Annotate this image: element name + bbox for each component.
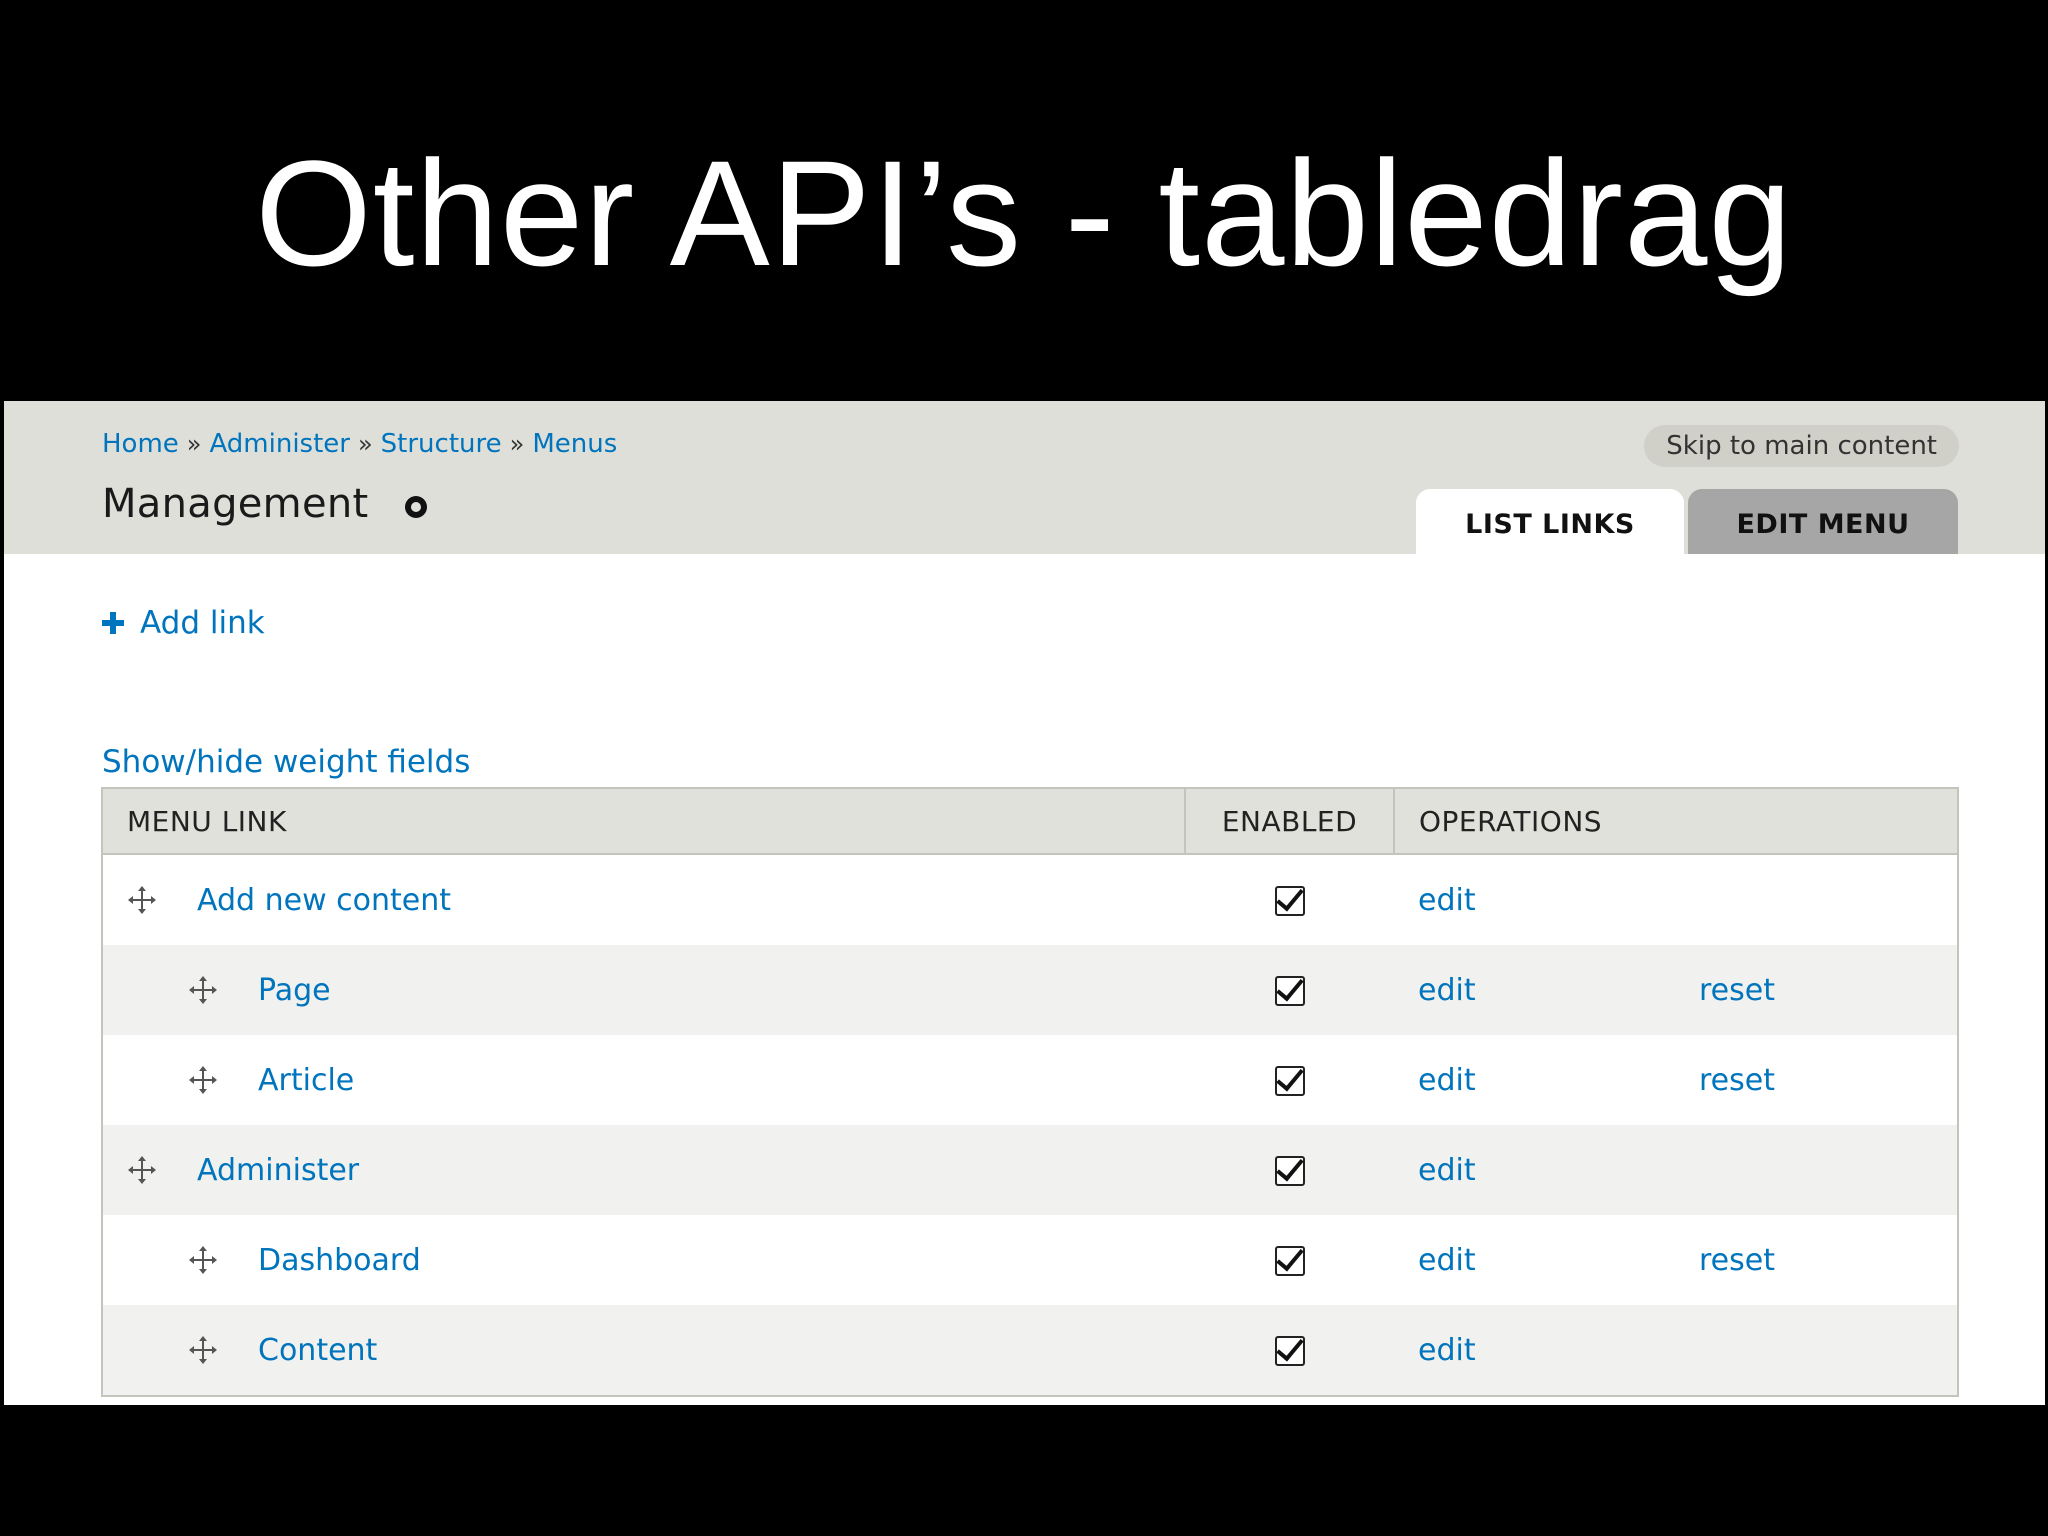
table-row: Administer edit [102, 1125, 1958, 1215]
enabled-checkbox[interactable] [1274, 886, 1305, 916]
show-hide-weight-toggle[interactable]: Show/hide weight fields [102, 744, 470, 780]
breadcrumb-structure[interactable]: Structure [381, 429, 502, 459]
edit-link[interactable]: edit [1418, 973, 1699, 1008]
menu-link-title[interactable]: Dashboard [258, 1243, 421, 1278]
column-header-operations: OPERATIONS [1394, 788, 1958, 855]
operations-cell: edit reset [1394, 1035, 1958, 1125]
plus-icon [102, 612, 124, 634]
operations-cell: edit [1394, 854, 1958, 945]
enabled-cell [1185, 854, 1394, 945]
menu-links-table: MENU LINK ENABLED OPERATIONS Add new con… [101, 787, 1959, 1397]
drag-handle-icon[interactable] [188, 1335, 218, 1365]
add-shortcut-icon[interactable] [404, 496, 427, 518]
menu-link-cell: Administer [102, 1125, 1185, 1215]
edit-link[interactable]: edit [1418, 1333, 1699, 1368]
enabled-checkbox[interactable] [1274, 1066, 1305, 1096]
enabled-cell [1185, 1125, 1394, 1215]
add-link-label: Add link [140, 605, 265, 641]
table-row: Page edit reset [102, 945, 1958, 1035]
edit-link[interactable]: edit [1418, 1063, 1699, 1098]
slide: Other API’s - tabledrag Home» Administer»… [0, 0, 2048, 1536]
menu-link-title[interactable]: Add new content [197, 883, 451, 918]
table-body: Add new content edit Page edit reset Article e… [102, 854, 1958, 1396]
drupal-screenshot: Home» Administer» Structure» Menus Manageme… [4, 401, 2045, 1405]
menu-link-title[interactable]: Page [258, 973, 331, 1008]
reset-link[interactable]: reset [1699, 1063, 1775, 1098]
breadcrumb-separator: » [509, 430, 525, 458]
menu-link-cell: Dashboard [102, 1215, 1185, 1305]
table-header-row: MENU LINK ENABLED OPERATIONS [102, 788, 1958, 855]
enabled-checkbox[interactable] [1274, 1156, 1305, 1186]
page-title-row: Management [102, 481, 427, 527]
menu-link-title[interactable]: Administer [197, 1153, 359, 1188]
add-link-button[interactable]: Add link [102, 605, 265, 641]
enabled-checkbox[interactable] [1274, 1246, 1305, 1276]
breadcrumb-administer[interactable]: Administer [209, 429, 350, 459]
menu-link-title[interactable]: Content [258, 1333, 377, 1368]
table-row: Article edit reset [102, 1035, 1958, 1125]
column-header-menu-link: MENU LINK [102, 788, 1186, 855]
breadcrumb-separator: » [357, 430, 373, 458]
page-header: Home» Administer» Structure» Menus Manageme… [4, 401, 2045, 554]
edit-link[interactable]: edit [1418, 1153, 1699, 1188]
slide-title: Other API’s - tabledrag [255, 129, 1793, 297]
skip-to-main-content-link[interactable]: Skip to main content [1644, 425, 1959, 467]
menu-link-cell: Content [102, 1305, 1185, 1396]
enabled-cell [1185, 945, 1394, 1035]
column-header-enabled: ENABLED [1185, 788, 1395, 855]
table-row: Content edit [102, 1305, 1958, 1396]
primary-tabs: LIST LINKS EDIT MENU [1416, 489, 1958, 554]
enabled-checkbox[interactable] [1274, 976, 1305, 1006]
enabled-cell [1185, 1215, 1394, 1305]
menu-link-cell: Article [102, 1035, 1185, 1125]
enabled-cell [1185, 1035, 1394, 1125]
drag-handle-icon[interactable] [188, 975, 218, 1005]
drag-handle-icon[interactable] [188, 1245, 218, 1275]
reset-link[interactable]: reset [1699, 973, 1775, 1008]
operations-cell: edit reset [1394, 945, 1958, 1035]
drag-handle-icon[interactable] [127, 1155, 157, 1185]
breadcrumb-home[interactable]: Home [102, 429, 179, 459]
operations-cell: edit [1394, 1305, 1958, 1396]
menu-link-cell: Page [102, 945, 1185, 1035]
tab-edit-menu[interactable]: EDIT MENU [1688, 489, 1958, 554]
operations-cell: edit reset [1394, 1215, 1958, 1305]
drag-handle-icon[interactable] [188, 1065, 218, 1095]
drag-handle-icon[interactable] [127, 885, 157, 915]
edit-link[interactable]: edit [1418, 883, 1699, 918]
table-row: Add new content edit [102, 854, 1958, 945]
operations-cell: edit [1394, 1125, 1958, 1215]
reset-link[interactable]: reset [1699, 1243, 1775, 1278]
breadcrumb: Home» Administer» Structure» Menus [102, 429, 617, 459]
page-title: Management [102, 481, 369, 527]
menu-link-title[interactable]: Article [258, 1063, 354, 1098]
tab-list-links[interactable]: LIST LINKS [1416, 489, 1684, 554]
menu-link-cell: Add new content [102, 854, 1185, 945]
table-row: Dashboard edit reset [102, 1215, 1958, 1305]
breadcrumb-separator: » [186, 430, 202, 458]
enabled-cell [1185, 1305, 1394, 1396]
breadcrumb-menus[interactable]: Menus [532, 429, 617, 459]
edit-link[interactable]: edit [1418, 1243, 1699, 1278]
enabled-checkbox[interactable] [1274, 1336, 1305, 1366]
